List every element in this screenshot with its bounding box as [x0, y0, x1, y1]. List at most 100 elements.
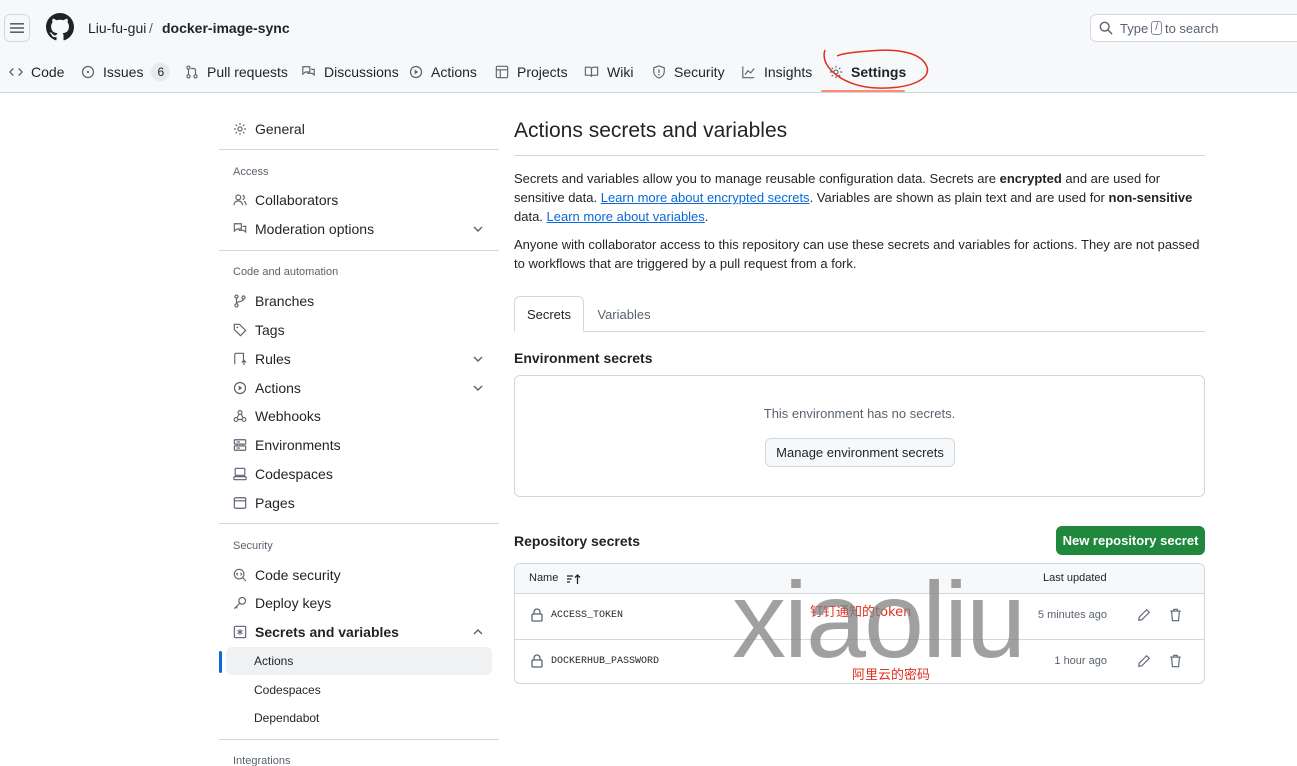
- hamburger-icon: [10, 23, 24, 33]
- sidebar-subitem-actions[interactable]: Actions: [226, 647, 492, 675]
- chevron-down-icon: [473, 356, 483, 362]
- sort-icon[interactable]: [566, 573, 581, 585]
- search-input[interactable]: Type / to search: [1090, 14, 1297, 42]
- tab-secrets[interactable]: Secrets: [514, 296, 584, 332]
- repository-secrets-heading: Repository secrets: [514, 533, 641, 549]
- sidebar-item-label: Codespaces: [255, 466, 333, 482]
- tab-variables[interactable]: Variables: [588, 296, 660, 332]
- sidebar-heading-integrations: Integrations: [233, 755, 291, 766]
- tab-pull-requests-label: Pull requests: [207, 64, 288, 80]
- pull-request-icon: [186, 65, 198, 79]
- desc-bold-non-sensitive: non-sensitive: [1108, 190, 1193, 205]
- discussion-icon: [302, 66, 315, 77]
- webhook-icon: [233, 410, 247, 422]
- red-circle-annotation: [823, 49, 929, 89]
- tab-security[interactable]: Security: [652, 56, 725, 88]
- sidebar-item-code-security[interactable]: Code security: [226, 561, 492, 589]
- description-paragraph: Secrets and variables allow you to manag…: [514, 169, 1205, 226]
- github-logo-icon[interactable]: [46, 13, 74, 41]
- breadcrumb-repo[interactable]: docker-image-sync: [162, 20, 290, 37]
- play-icon: [233, 381, 247, 395]
- gear-icon: [233, 122, 247, 136]
- sidebar-item-secrets-variables[interactable]: Secrets and variables: [226, 618, 492, 646]
- sidebar-item-label: Code security: [255, 567, 341, 583]
- desc-text: data.: [514, 209, 547, 224]
- sidebar-subitem-dependabot[interactable]: Dependabot: [226, 704, 492, 732]
- sidebar-subitem-codespaces[interactable]: Codespaces: [226, 676, 492, 704]
- sidebar-divider: [219, 149, 499, 150]
- table-icon: [495, 65, 509, 79]
- sidebar-item-label: Tags: [255, 322, 285, 338]
- breadcrumb-separator: /: [149, 20, 153, 36]
- column-name[interactable]: Name: [529, 572, 558, 584]
- tab-actions-label: Actions: [431, 64, 477, 80]
- learn-more-secrets-link[interactable]: Learn more about encrypted secrets: [601, 190, 810, 205]
- learn-more-variables-link[interactable]: Learn more about variables: [547, 209, 705, 224]
- sidebar-item-label: Pages: [255, 495, 295, 511]
- secret-updated: 1 hour ago: [1054, 655, 1107, 667]
- lock-icon: [531, 654, 543, 668]
- sidebar-item-webhooks[interactable]: Webhooks: [226, 402, 492, 430]
- people-icon: [233, 194, 247, 206]
- code-icon: [9, 68, 23, 76]
- key-icon: [233, 596, 247, 610]
- sidebar-item-label: Rules: [255, 351, 291, 367]
- sidebar-item-codespaces[interactable]: Codespaces: [226, 460, 492, 488]
- collaborator-note: Anyone with collaborator access to this …: [514, 237, 1200, 271]
- sidebar-heading-security: Security: [233, 540, 273, 552]
- sidebar-item-tags[interactable]: Tags: [226, 316, 492, 344]
- sidebar-item-label: Moderation options: [255, 221, 375, 237]
- sidebar-item-label: General: [255, 121, 305, 137]
- search-shortcut: /: [1151, 21, 1162, 35]
- tab-projects[interactable]: Projects: [495, 56, 568, 88]
- book-icon: [584, 66, 599, 77]
- sidebar-item-rules[interactable]: Rules: [226, 345, 492, 373]
- sidebar-item-deploy-keys[interactable]: Deploy keys: [226, 589, 492, 617]
- tab-wiki[interactable]: Wiki: [584, 56, 633, 88]
- sidebar-item-collaborators[interactable]: Collaborators: [226, 186, 492, 214]
- server-icon: [233, 439, 247, 451]
- sidebar-item-environments[interactable]: Environments: [226, 431, 492, 459]
- tab-pull-requests[interactable]: Pull requests: [185, 56, 288, 88]
- sidebar-item-label: Branches: [255, 293, 315, 309]
- desc-bold-encrypted: encrypted: [999, 171, 1062, 186]
- desc-text: . Variables are shown as plain text and …: [809, 190, 1109, 205]
- sidebar-item-label: Environments: [255, 437, 341, 453]
- asterisk-icon: [233, 625, 247, 639]
- sidebar-item-actions[interactable]: Actions: [226, 374, 492, 402]
- manage-environment-secrets-button[interactable]: Manage environment secrets: [765, 438, 955, 467]
- tab-code-label: Code: [31, 64, 65, 80]
- new-repository-secret-button[interactable]: New repository secret: [1056, 526, 1205, 555]
- sidebar-item-general[interactable]: General: [226, 115, 492, 143]
- tab-issues-label: Issues: [103, 64, 144, 80]
- shield-icon: [653, 65, 665, 79]
- sidebar-item-pages[interactable]: Pages: [226, 489, 492, 517]
- sidebar-item-label: Webhooks: [255, 408, 321, 424]
- chevron-up-icon: [473, 629, 483, 635]
- sidebar-item-moderation[interactable]: Moderation options: [226, 215, 492, 243]
- desc-text: .: [704, 209, 709, 224]
- trash-icon[interactable]: [1169, 608, 1182, 622]
- pencil-icon[interactable]: [1137, 608, 1151, 622]
- tab-code[interactable]: Code: [9, 56, 64, 88]
- menu-button[interactable]: [4, 14, 30, 42]
- pencil-icon[interactable]: [1137, 654, 1151, 668]
- tab-discussions-label: Discussions: [324, 64, 399, 80]
- tab-actions[interactable]: Actions: [409, 56, 477, 88]
- tab-discussions[interactable]: Discussions: [301, 56, 399, 88]
- tab-projects-label: Projects: [517, 64, 568, 80]
- trash-icon[interactable]: [1169, 654, 1182, 668]
- browser-icon: [233, 497, 247, 509]
- secret-name: DOCKERHUB_PASSWORD: [551, 656, 660, 667]
- secret-name: ACCESS_TOKEN: [551, 610, 624, 621]
- sidebar-heading-code: Code and automation: [233, 266, 339, 278]
- sidebar-item-label: Collaborators: [255, 192, 339, 208]
- tab-issues[interactable]: Issues 6: [81, 56, 171, 88]
- codespaces-icon: [233, 467, 247, 481]
- sidebar-item-branches[interactable]: Branches: [226, 287, 492, 315]
- graph-icon: [742, 66, 755, 79]
- breadcrumb-owner[interactable]: Liu-fu-gui: [88, 20, 146, 37]
- column-last-updated: Last updated: [1043, 572, 1107, 584]
- tab-insights[interactable]: Insights: [741, 56, 812, 88]
- codescan-icon: [233, 568, 247, 582]
